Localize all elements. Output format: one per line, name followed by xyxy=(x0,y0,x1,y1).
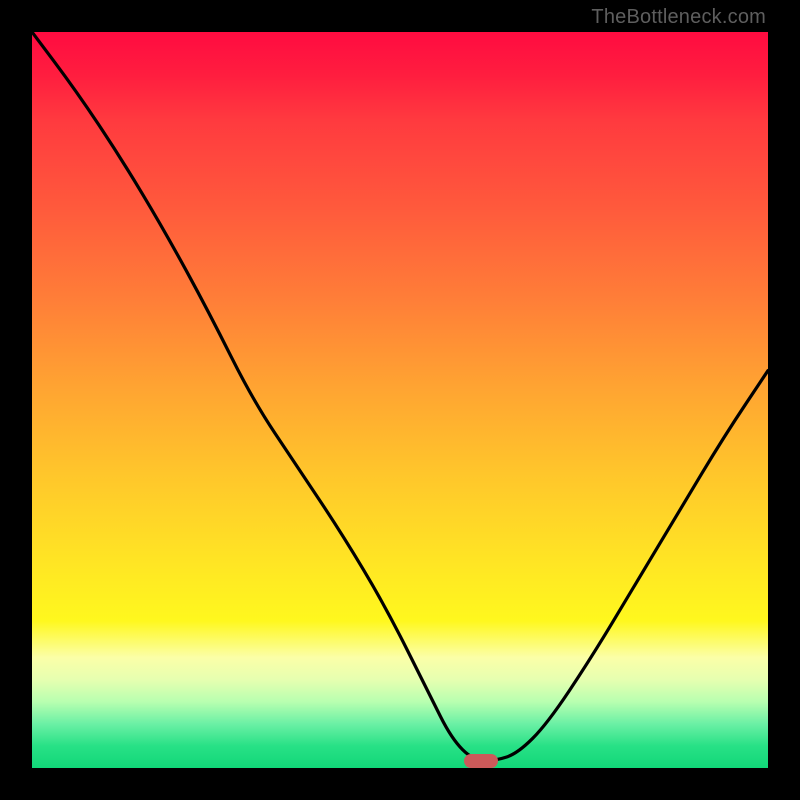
bottleneck-curve xyxy=(32,32,768,768)
plot-area xyxy=(32,32,768,768)
optimal-marker-icon xyxy=(464,754,498,768)
attribution-label: TheBottleneck.com xyxy=(591,6,766,29)
chart-container: TheBottleneck.com xyxy=(0,0,800,800)
